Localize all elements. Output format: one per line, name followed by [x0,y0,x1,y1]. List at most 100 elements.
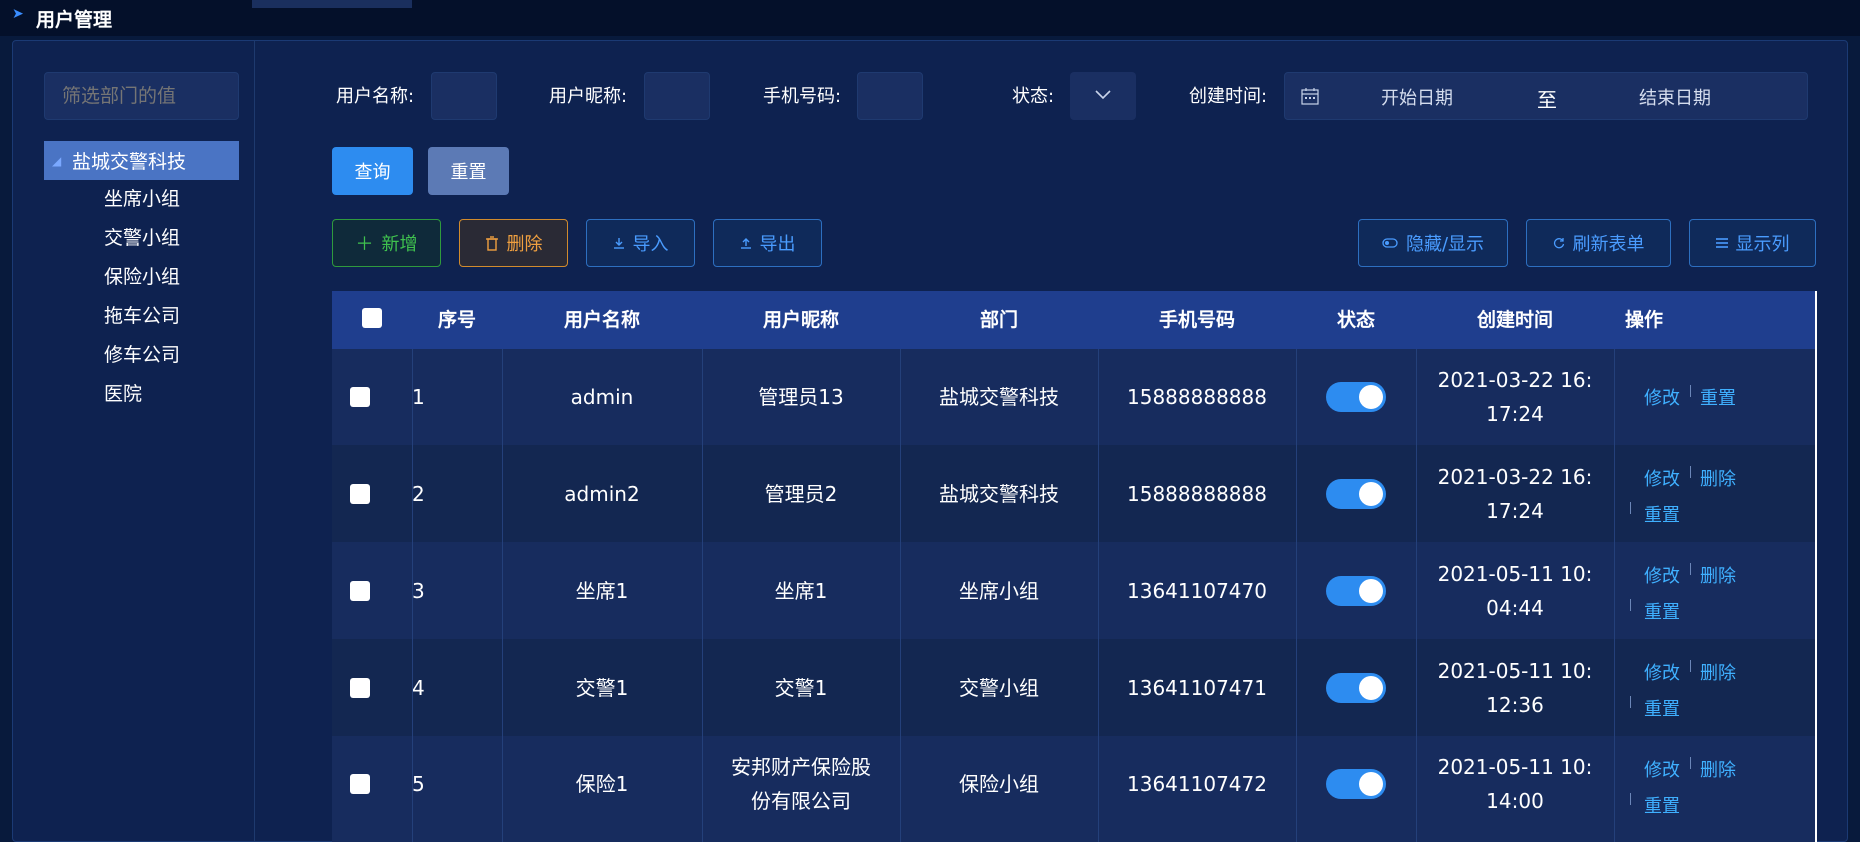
status-toggle[interactable] [1326,672,1386,703]
row-checkbox[interactable] [350,483,370,504]
tree-node-child[interactable]: 拖车公司 [104,301,180,331]
edit-link[interactable]: 修改 [1644,562,1680,588]
column-divider [702,349,703,842]
tree-node-label: 盐城交警科技 [72,151,187,173]
row-checkbox[interactable] [350,580,370,601]
select-all-checkbox[interactable] [362,308,382,328]
table-row: 3 坐席1 坐席1 坐席小组 13641107470 2021-05-11 10… [332,542,1816,639]
created-time: 17:24 [1486,402,1544,426]
reset-button[interactable]: 重置 [428,147,509,195]
column-divider [1614,349,1615,842]
plus-icon: ＋ [355,234,374,255]
created-date: 2021-05-11 10: [1437,658,1593,683]
query-button[interactable]: 查询 [332,147,413,195]
row-username: admin2 [564,481,640,506]
col-header: 部门 [979,309,1018,331]
column-divider [1098,349,1099,842]
status-toggle[interactable] [1326,478,1386,509]
row-index: 1 [412,385,425,409]
dept-filter-input[interactable] [44,72,239,120]
delete-link[interactable]: 删除 [1700,659,1736,685]
row-username: admin [570,385,634,409]
nickname-line: 份有限公司 [751,789,851,813]
date-range-picker[interactable]: 开始日期 至 结束日期 [1284,72,1808,120]
reset-password-link[interactable]: 重置 [1700,384,1736,410]
reset-password-link[interactable]: 重置 [1644,792,1680,818]
end-date-input[interactable]: 结束日期 [1639,84,1711,110]
reset-password-link[interactable]: 重置 [1644,695,1680,721]
column-divider [1416,349,1417,842]
row-actions: 修改 删除 重置 [1612,542,1810,639]
columns-label: 显示列 [1735,234,1790,255]
row-phone: 13641107471 [1127,675,1267,700]
row-checkbox[interactable] [350,774,370,794]
add-button[interactable]: ＋ 新增 [332,219,441,267]
row-actions: 修改 删除 重置 [1612,639,1810,736]
nickname-line: 安邦财产保险股 [731,755,871,779]
delete-link[interactable]: 删除 [1700,756,1736,782]
refresh-button[interactable]: 刷新表单 [1526,219,1671,267]
active-tab-indicator [252,0,412,8]
reset-password-link[interactable]: 重置 [1644,501,1680,527]
phone-label: 手机号码: [763,86,842,107]
tree-node-child[interactable]: 医院 [104,379,142,409]
toggle-search-button[interactable]: 隐藏/显示 [1358,219,1508,267]
created-time: 04:44 [1486,595,1544,620]
export-button[interactable]: 导出 [713,219,822,267]
delete-link[interactable]: 删除 [1700,562,1736,588]
col-header: 状态 [1336,309,1375,331]
refresh-label: 刷新表单 [1572,234,1645,255]
row-checkbox[interactable] [350,387,370,407]
chevron-down-icon [1095,90,1111,100]
table-row: 2 admin2 管理员2 盐城交警科技 15888888888 2021-03… [332,445,1816,542]
row-created: 2021-05-11 10: 04:44 [1416,542,1614,639]
col-header: 手机号码 [1158,309,1235,331]
tree-node-child[interactable]: 保险小组 [104,262,180,292]
col-header: 用户名称 [563,309,640,331]
edit-link[interactable]: 修改 [1644,465,1680,491]
edit-link[interactable]: 修改 [1644,384,1680,410]
nickname-input[interactable] [644,72,710,120]
tree-node-child[interactable]: 修车公司 [104,340,180,370]
status-toggle[interactable] [1326,769,1386,799]
edit-link[interactable]: 修改 [1644,756,1680,782]
row-dept: 坐席小组 [959,578,1039,603]
status-select[interactable] [1070,72,1136,120]
phone-input[interactable] [857,72,923,120]
column-divider [900,349,901,842]
tree-node-child[interactable]: 坐席小组 [104,184,180,214]
table-row: 5 保险1 安邦财产保险股 份有限公司 保险小组 13641107472 202… [332,736,1816,842]
row-username: 交警1 [575,675,629,700]
tree-node-root[interactable]: ◢ 盐城交警科技 [44,141,239,180]
columns-button[interactable]: 显示列 [1689,219,1816,267]
status-toggle[interactable] [1326,575,1386,606]
status-toggle[interactable] [1326,382,1386,412]
created-date: 2021-03-22 16: [1437,368,1593,392]
delete-link[interactable]: 删除 [1700,465,1736,491]
table-right-border [1815,291,1817,842]
start-date-input[interactable]: 开始日期 [1381,84,1453,110]
row-phone: 13641107470 [1127,578,1267,603]
row-actions: 修改 删除 重置 [1612,445,1810,542]
status-label: 状态: [1012,86,1055,107]
import-button[interactable]: 导入 [586,219,695,267]
row-created: 2021-03-22 16: 17:24 [1416,349,1614,445]
tree-node-child[interactable]: 交警小组 [104,223,180,253]
table-row: 4 交警1 交警1 交警小组 13641107471 2021-05-11 10… [332,639,1816,736]
row-nickname: 管理员2 [764,481,838,506]
caret-down-icon[interactable]: ◢ [52,154,72,168]
arrow-right-icon: ➤ [12,6,24,22]
row-actions: 修改 删除 重置 [1612,736,1810,842]
edit-link[interactable]: 修改 [1644,659,1680,685]
row-phone: 15888888888 [1127,385,1267,409]
top-bar: ➤ 用户管理 [0,0,1860,36]
row-username: 保险1 [575,772,629,796]
row-checkbox[interactable] [350,677,370,698]
table-row: 1 admin 管理员13 盐城交警科技 15888888888 2021-03… [332,349,1816,445]
col-header: 操作 [1624,309,1663,331]
reset-password-link[interactable]: 重置 [1644,598,1680,624]
row-index: 4 [412,675,425,700]
delete-button[interactable]: 删除 [459,219,568,267]
username-input[interactable] [431,72,497,120]
row-actions: 修改 重置 [1612,349,1810,445]
